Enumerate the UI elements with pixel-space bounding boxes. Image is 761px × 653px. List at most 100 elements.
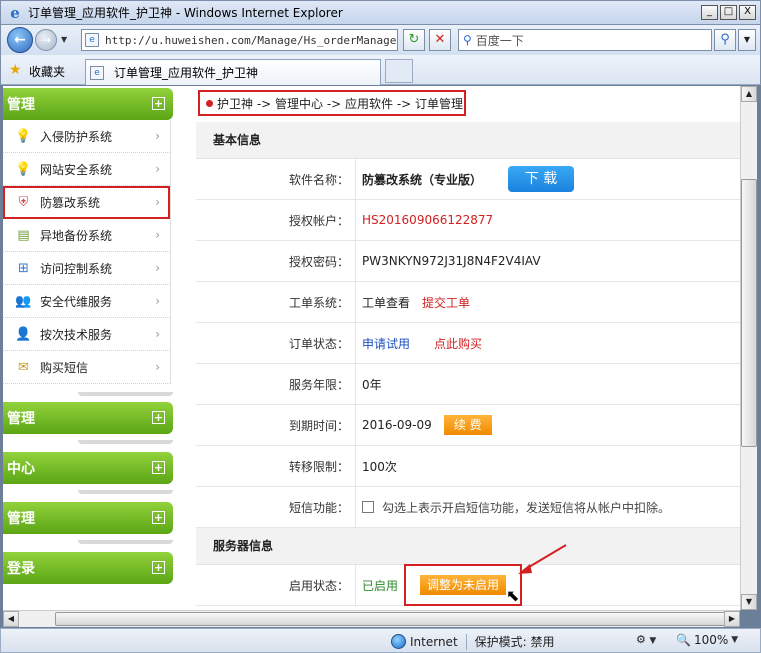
- sms-icon: ✉: [18, 359, 29, 375]
- sidebar-item-label: 网站安全系统: [40, 162, 113, 177]
- globe-icon: [391, 634, 406, 649]
- database-icon: ▤: [17, 227, 30, 243]
- scroll-right-icon[interactable]: ▶: [724, 611, 740, 627]
- row-transfer-limit: 转移限制： 100次: [196, 446, 740, 487]
- security-settings-icon[interactable]: ⚙ ▼: [636, 633, 656, 646]
- sidebar-item-label: 按次技术服务: [40, 327, 113, 342]
- license-password-value: PW3NKYN972J31J8N4F2V4IAV: [362, 254, 541, 268]
- sidebar-item-label: 防篡改系统: [40, 195, 101, 210]
- expand-icon[interactable]: +: [152, 511, 165, 524]
- maximize-button[interactable]: □: [720, 5, 737, 20]
- sidebar-group-title: 管理: [7, 511, 35, 527]
- sidebar-group-header[interactable]: 管理 +: [3, 502, 173, 534]
- shield-icon: ⛨: [18, 194, 29, 210]
- row-label: 工单系统：: [196, 282, 356, 322]
- stop-button[interactable]: ✕: [429, 29, 451, 51]
- favorites-button[interactable]: 收藏夹: [29, 63, 65, 80]
- expand-icon[interactable]: +: [152, 461, 165, 474]
- sidebar-item-label: 入侵防护系统: [40, 129, 113, 144]
- scroll-down-icon[interactable]: ▼: [741, 594, 757, 610]
- vertical-scroll-thumb[interactable]: [741, 179, 757, 447]
- horizontal-scroll-thumb[interactable]: [55, 612, 739, 626]
- row-service-years: 服务年限： 0年: [196, 364, 740, 405]
- row-enable-status: 启用状态： 已启用 调整为未启用 ⬉: [196, 564, 740, 606]
- expand-icon[interactable]: +: [152, 411, 165, 424]
- license-account-value: HS201609066122877: [362, 213, 494, 227]
- sidebar-group-header[interactable]: 管理 +: [3, 88, 173, 120]
- sidebar-item-intrusion[interactable]: 💡 入侵防护系统 ›: [3, 120, 170, 153]
- sidebar-group-footer: [78, 490, 173, 494]
- zoom-level: 100%: [693, 633, 729, 647]
- sidebar-group-footer: [78, 392, 173, 396]
- sidebar-item-access-control[interactable]: ⊞ 访问控制系统 ›: [3, 252, 170, 285]
- favorites-star-icon[interactable]: ★: [9, 62, 22, 78]
- row-label: 转移限制：: [196, 446, 356, 486]
- sms-hint-text: 勾选上表示开启短信功能，发送短信将从帐户中扣除。: [382, 500, 671, 515]
- expire-date-value: 2016-09-09: [362, 418, 432, 432]
- status-bar: Internet 保护模式: 禁用 ⚙ ▼ 🔍 100% ▼: [0, 628, 761, 653]
- access-icon: ⊞: [18, 260, 29, 276]
- minimize-button[interactable]: _: [701, 5, 718, 20]
- sms-checkbox[interactable]: [362, 501, 374, 513]
- sidebar-item-sms[interactable]: ✉ 购买短信 ›: [3, 351, 170, 384]
- row-label: 启用状态：: [196, 565, 356, 605]
- navigation-bar: ← → ▼ e http://u.huweishen.com/Manage/Hs…: [0, 25, 761, 55]
- search-input[interactable]: ⚲ 百度一下: [458, 29, 712, 51]
- chevron-right-icon: ›: [155, 162, 160, 176]
- new-tab-button[interactable]: [385, 59, 413, 83]
- row-label: 到期时间：: [196, 405, 356, 445]
- buy-link[interactable]: 点此购买: [434, 335, 482, 352]
- search-options-dropdown[interactable]: ▼: [738, 29, 756, 51]
- window-titlebar: e 订单管理_应用软件_护卫神 - Windows Internet Explo…: [0, 0, 761, 25]
- service-years-value: 0年: [362, 377, 382, 392]
- row-order-status: 订单状态： 申请试用 点此购买: [196, 323, 740, 364]
- zoom-control[interactable]: 🔍 100% ▼: [676, 633, 738, 647]
- status-separator: [465, 633, 467, 650]
- browser-tab[interactable]: e 订单管理_应用软件_护卫神: [85, 59, 381, 85]
- zoom-icon: 🔍: [676, 633, 691, 647]
- close-button[interactable]: X: [739, 5, 756, 20]
- renew-button[interactable]: 续 费: [443, 415, 492, 435]
- refresh-button[interactable]: ↻: [403, 29, 425, 51]
- tab-title: 订单管理_应用软件_护卫神: [114, 66, 259, 80]
- sidebar-group-footer: [78, 540, 173, 544]
- download-button[interactable]: 下 载: [508, 166, 575, 192]
- sidebar-group-footer: [78, 440, 173, 444]
- row-label: 服务年限：: [196, 364, 356, 404]
- favorites-bar: ★ 收藏夹 e 订单管理_应用软件_护卫神: [0, 55, 761, 85]
- search-button[interactable]: ⚲: [714, 29, 736, 51]
- sidebar-item-anti-tamper[interactable]: ⛨ 防篡改系统 ›: [3, 186, 170, 219]
- address-bar[interactable]: e http://u.huweishen.com/Manage/Hs_order…: [81, 29, 398, 51]
- sidebar-group-header[interactable]: 中心 +: [3, 452, 173, 484]
- row-software-name: 软件名称： 防篡改系统（专业版） 下 载: [196, 159, 740, 200]
- sidebar-item-label: 异地备份系统: [40, 228, 113, 243]
- horizontal-scrollbar[interactable]: ◀ ▶: [3, 610, 740, 627]
- sidebar-item-backup[interactable]: ▤ 异地备份系统 ›: [3, 219, 170, 252]
- expand-icon[interactable]: +: [152, 561, 165, 574]
- sidebar-item-label: 安全代维服务: [40, 294, 113, 309]
- submit-ticket-link[interactable]: 提交工单: [422, 294, 470, 311]
- sidebar-group-header[interactable]: 管理 +: [3, 402, 173, 434]
- user-icon: 👤: [15, 326, 32, 342]
- page-icon: e: [85, 33, 99, 47]
- breadcrumb: 护卫神 -> 管理中心 -> 应用软件 -> 订单管理: [198, 90, 466, 116]
- vertical-scrollbar[interactable]: ▲ ▼: [740, 86, 757, 610]
- forward-button[interactable]: →: [35, 29, 57, 51]
- scroll-up-icon[interactable]: ▲: [741, 86, 757, 102]
- expand-icon[interactable]: +: [152, 97, 165, 110]
- sidebar-item-website-security[interactable]: 💡 网站安全系统 ›: [3, 153, 170, 186]
- sidebar-item-tech-service[interactable]: 👤 按次技术服务 ›: [3, 318, 170, 351]
- sidebar-item-maintenance[interactable]: 👥 安全代维服务 ›: [3, 285, 170, 318]
- disable-button[interactable]: 调整为未启用: [420, 575, 507, 595]
- row-label: 短信功能：: [196, 487, 356, 527]
- main-content: 护卫神 -> 管理中心 -> 应用软件 -> 订单管理 基本信息 软件名称： 防…: [196, 86, 740, 610]
- search-engine-icon: ⚲: [463, 33, 472, 47]
- back-button[interactable]: ←: [7, 27, 33, 53]
- history-dropdown-icon[interactable]: ▼: [61, 35, 67, 44]
- sidebar-group-header[interactable]: 登录 +: [3, 552, 173, 584]
- scroll-left-icon[interactable]: ◀: [3, 611, 19, 627]
- view-ticket-link[interactable]: 工单查看: [362, 294, 410, 311]
- apply-trial-link[interactable]: 申请试用: [362, 335, 410, 352]
- chevron-right-icon: ›: [155, 195, 160, 209]
- row-license-account: 授权帐户： HS201609066122877: [196, 200, 740, 241]
